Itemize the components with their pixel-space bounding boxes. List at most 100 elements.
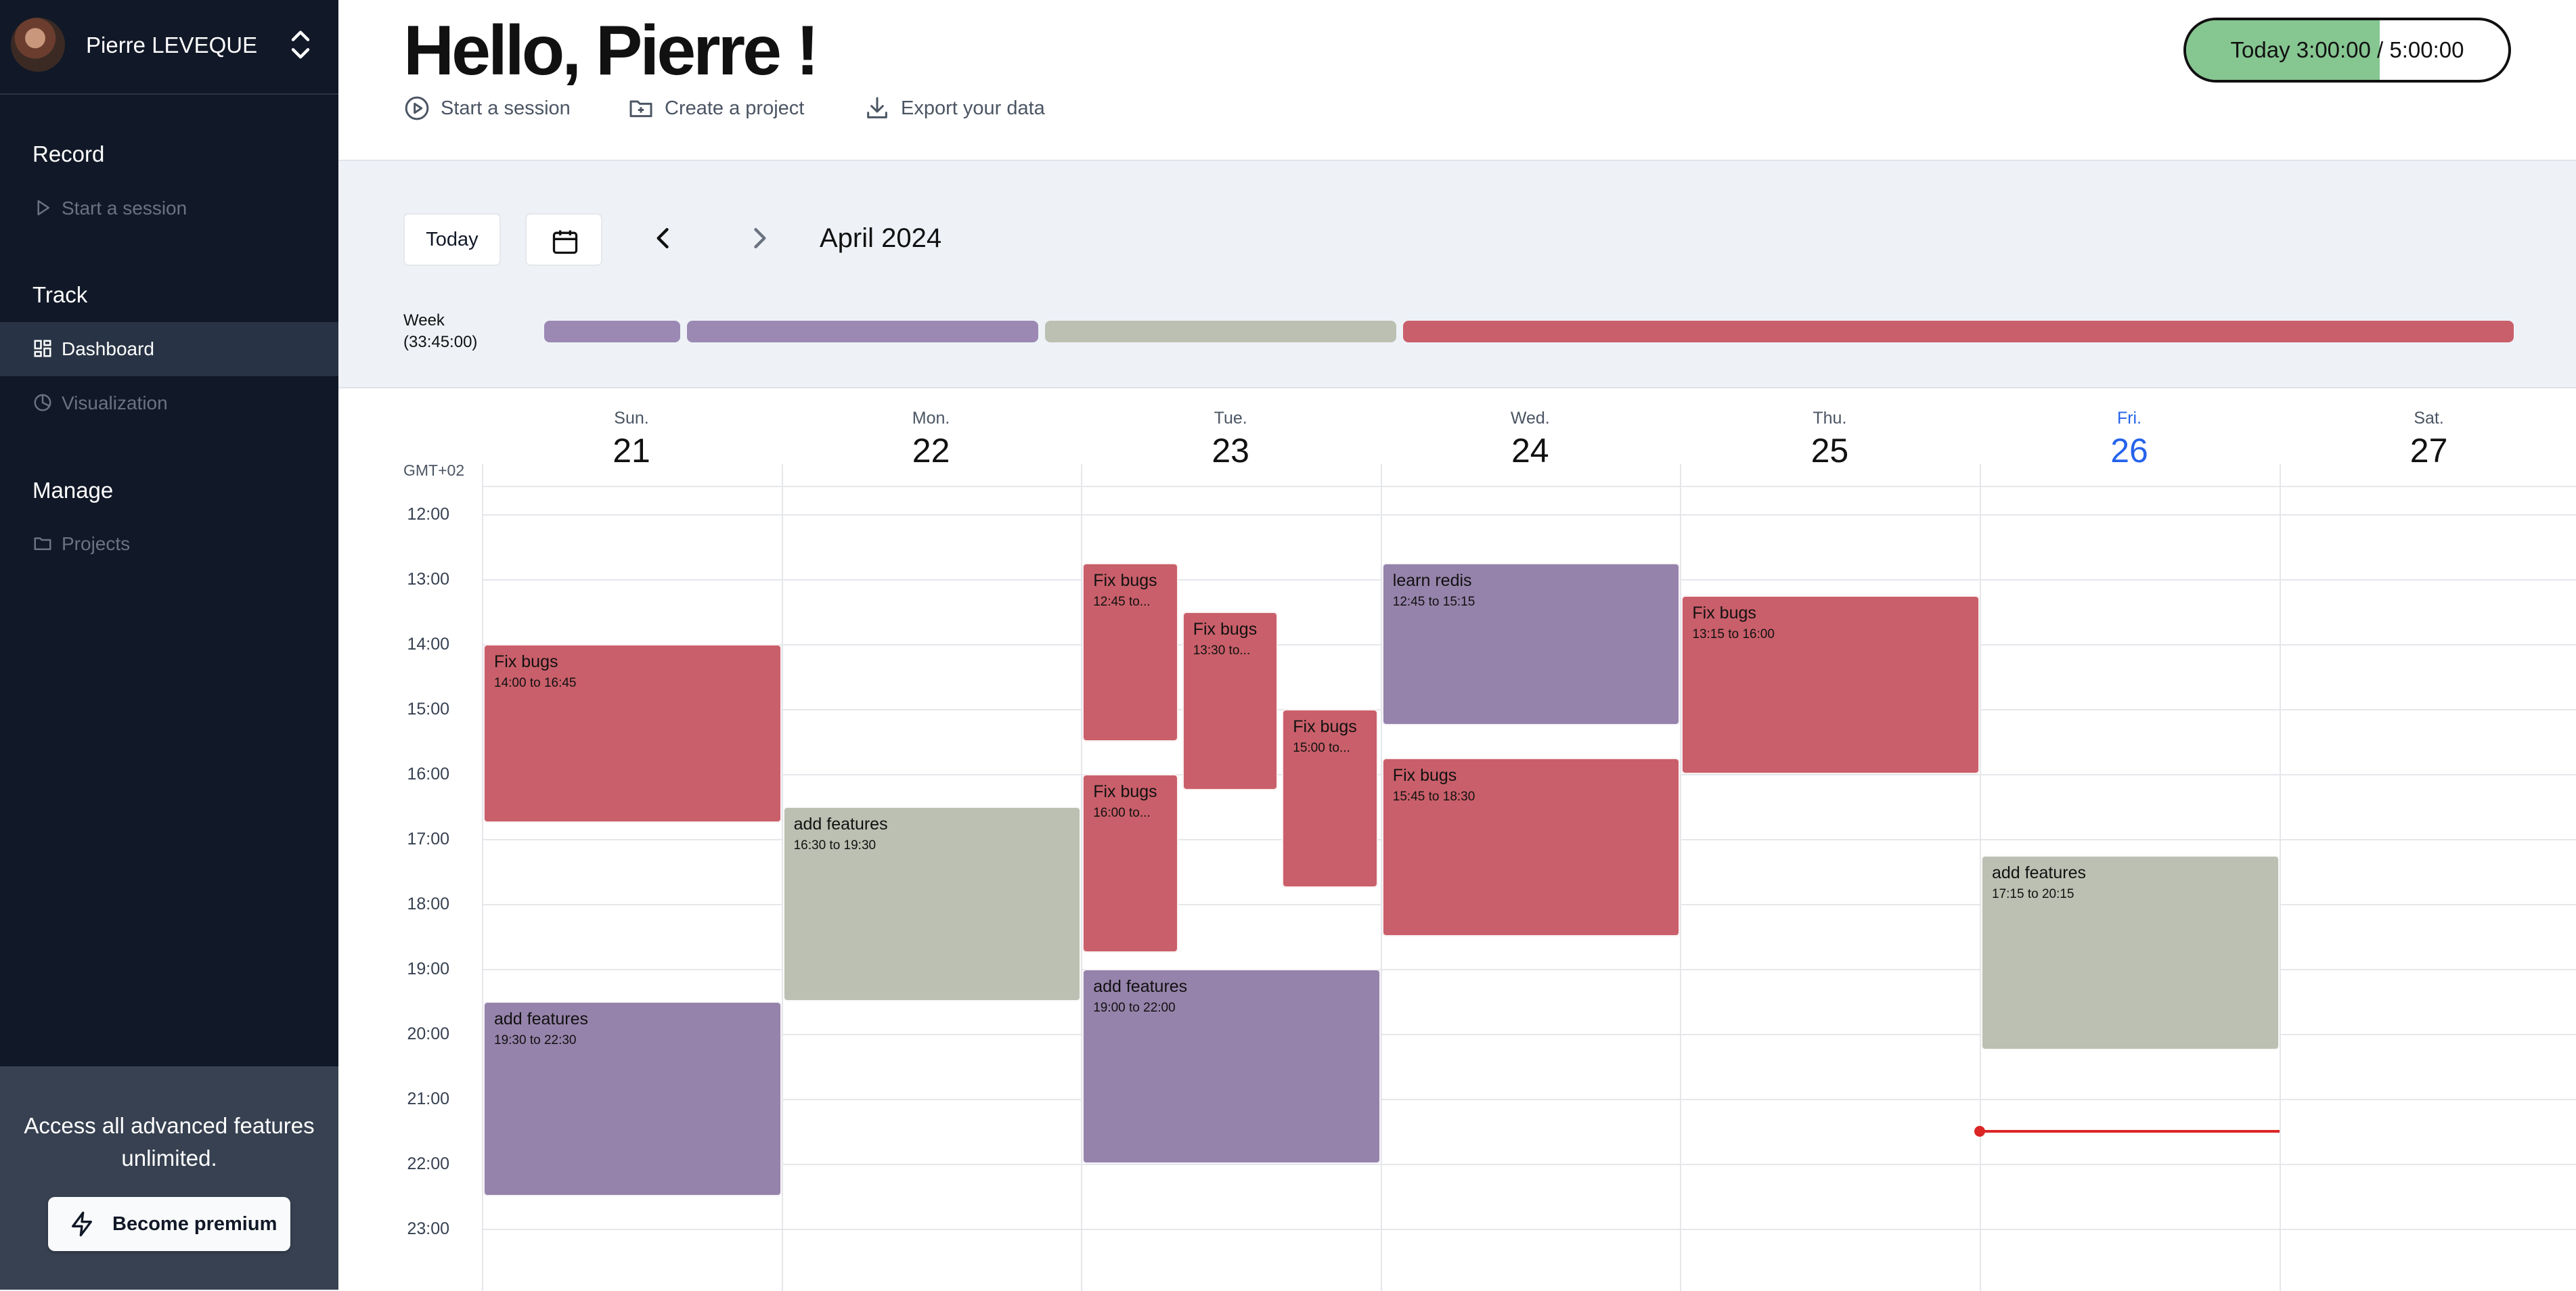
calendar-event[interactable]: learn redis 12:45 to 15:15 [1381, 563, 1681, 725]
grid-header-line [482, 486, 2576, 487]
sidebar-item-projects[interactable]: Projects [0, 517, 338, 571]
timer-text: Today 3:00:00 / 5:00:00 [2230, 37, 2464, 62]
start-session-label: Start a session [441, 97, 571, 119]
hour-label: 18:00 [407, 894, 449, 913]
play-icon [37, 200, 49, 216]
day-header[interactable]: Mon. 22 [782, 409, 1081, 470]
event-time: 12:45 to... [1093, 595, 1151, 609]
day-name: Mon. [912, 409, 950, 428]
hour-label: 16:00 [407, 765, 449, 784]
event-title: Fix bugs [1392, 766, 1457, 785]
event-time: 17:15 to 20:15 [1992, 887, 2074, 901]
chart-icon [34, 394, 51, 411]
calendar-event[interactable]: Fix bugs 12:45 to... [1082, 563, 1178, 742]
week-summary-segment[interactable] [1045, 321, 1396, 342]
page-title: Hello, Pierre ! [403, 12, 819, 90]
become-premium-label: Become premium [112, 1213, 277, 1235]
day-header[interactable]: Thu. 25 [1680, 409, 1979, 470]
chevron-up-down-icon[interactable] [286, 27, 315, 62]
day-header[interactable]: Wed. 24 [1381, 409, 1680, 470]
daily-timer: Today 3:00:00 / 5:00:00 [2183, 18, 2511, 83]
hour-label: 17:00 [407, 830, 449, 848]
folder-icon [34, 537, 51, 550]
header: Hello, Pierre ! Start a session Create a… [338, 0, 2576, 161]
day-header[interactable]: Tue. 23 [1081, 409, 1380, 470]
sidebar-item-label: Projects [62, 533, 131, 554]
sidebar-item-visualization[interactable]: Visualization [0, 376, 338, 430]
event-time: 13:30 to... [1193, 643, 1251, 658]
event-title: Fix bugs [1293, 717, 1357, 736]
day-number: 26 [2110, 432, 2148, 470]
day-header[interactable]: Sun. 21 [482, 409, 781, 470]
hour-label: 22:00 [407, 1154, 449, 1173]
calendar-event[interactable]: Fix bugs 14:00 to 16:45 [483, 644, 782, 823]
week-summary-segment[interactable] [687, 321, 1038, 342]
lightning-icon [72, 1211, 92, 1237]
day-name: Thu. [1813, 409, 1847, 428]
calendar-event[interactable]: Fix bugs 15:00 to... [1282, 709, 1378, 888]
day-number: 21 [613, 432, 650, 470]
premium-promo: Access all advanced features unlimited. … [0, 1066, 338, 1290]
week-label-title: Week [403, 311, 445, 330]
calendar-event[interactable]: Fix bugs 13:15 to 16:00 [1681, 595, 1980, 774]
event-time: 12:45 to 15:15 [1392, 595, 1475, 609]
event-time: 14:00 to 16:45 [494, 676, 577, 690]
previous-week-button[interactable] [648, 223, 678, 253]
day-name: Fri. [2116, 409, 2142, 428]
event-title: add features [494, 1010, 588, 1028]
day-name: Sun. [614, 409, 649, 428]
timezone-label: GMT+02 [403, 461, 465, 479]
event-time: 16:30 to 19:30 [793, 838, 876, 853]
event-time: 16:00 to... [1093, 806, 1151, 820]
day-number: 23 [1212, 432, 1249, 470]
date-picker-button[interactable] [525, 213, 602, 266]
hour-label: 15:00 [407, 700, 449, 719]
section-title-track: Track [32, 282, 88, 307]
avatar[interactable] [11, 18, 65, 72]
event-time: 13:15 to 16:00 [1692, 627, 1775, 641]
hour-label: 12:00 [407, 505, 449, 524]
day-number: 24 [1511, 432, 1549, 470]
calendar-icon [552, 230, 578, 254]
calendar-event[interactable]: add features 17:15 to 20:15 [1981, 855, 2280, 1050]
sidebar-item-dashboard[interactable]: Dashboard [0, 322, 338, 376]
event-time: 15:00 to... [1293, 741, 1350, 755]
month-label: April 2024 [820, 223, 942, 253]
week-total-label: Week (33:45:00) [403, 310, 477, 353]
day-header[interactable]: Sat. 27 [2280, 409, 2576, 470]
section-title-manage: Manage [32, 478, 114, 503]
day-column-separator [2279, 464, 2281, 1291]
day-number: 22 [912, 432, 950, 470]
event-title: Fix bugs [1093, 571, 1157, 590]
current-time-line [1980, 1130, 2280, 1133]
calendar-event[interactable]: Fix bugs 15:45 to 18:30 [1381, 758, 1681, 936]
event-title: Fix bugs [494, 652, 558, 671]
become-premium-button[interactable]: Become premium [48, 1197, 290, 1251]
week-calendar: GMT+02 Sun. 21 Mon. 22 Tue. 23 Wed. 24 Thu. 25 Fri… [338, 387, 2576, 1291]
week-summary-segment[interactable] [544, 321, 681, 342]
hour-gridline [482, 514, 2576, 516]
profile-name: Pierre LEVEQUE [86, 32, 258, 58]
week-summary-segment[interactable] [1402, 321, 2514, 342]
event-time: 19:30 to 22:30 [494, 1033, 577, 1047]
event-title: add features [793, 815, 888, 834]
day-name: Sat. [2414, 409, 2444, 428]
sidebar-item-start-session[interactable]: Start a session [0, 181, 338, 235]
calendar-event[interactable]: add features 16:30 to 19:30 [782, 807, 1082, 1001]
calendar-event[interactable]: add features 19:30 to 22:30 [483, 1001, 782, 1196]
event-title: Fix bugs [1093, 782, 1157, 801]
calendar-event[interactable]: Fix bugs 13:30 to... [1182, 612, 1279, 790]
current-time-dot [1974, 1126, 1985, 1137]
event-time: 15:45 to 18:30 [1392, 790, 1475, 804]
profile-switcher[interactable]: Pierre LEVEQUE [0, 0, 338, 95]
today-button[interactable]: Today [403, 213, 501, 266]
calendar-event[interactable]: Fix bugs 16:00 to... [1082, 774, 1178, 953]
event-title: add features [1992, 863, 2086, 882]
create-project-label: Create a project [665, 97, 805, 119]
event-title: Fix bugs [1193, 620, 1258, 639]
next-week-button[interactable] [745, 223, 774, 253]
event-title: add features [1093, 977, 1188, 996]
hour-gridline [482, 1099, 2576, 1100]
calendar-event[interactable]: add features 19:00 to 22:00 [1082, 969, 1381, 1164]
day-header[interactable]: Fri. 26 [1980, 409, 2279, 470]
